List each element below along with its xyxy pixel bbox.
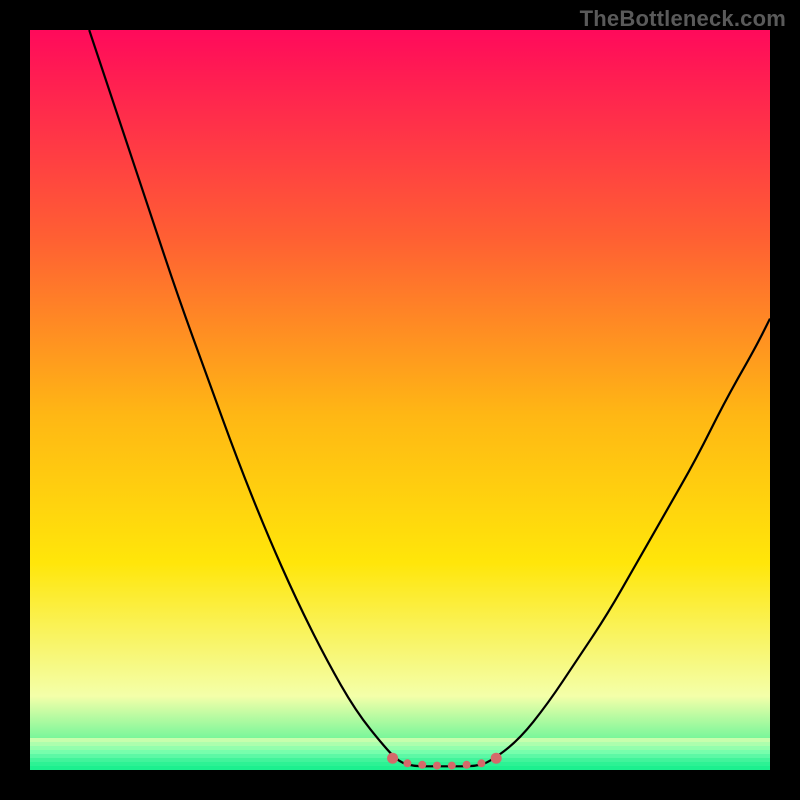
bottom-stripe — [30, 746, 770, 750]
bottom-stripe — [30, 766, 770, 770]
chart-container: TheBottleneck.com — [0, 0, 800, 800]
plateau-marker — [418, 761, 426, 769]
bottom-stripe — [30, 742, 770, 746]
plateau-marker — [491, 753, 502, 764]
plateau-marker — [477, 759, 485, 767]
bottom-stripe-group — [30, 738, 770, 770]
plot-area — [30, 30, 770, 770]
plateau-marker — [433, 762, 441, 770]
chart-svg — [30, 30, 770, 770]
plateau-marker — [463, 761, 471, 769]
bottom-stripe — [30, 762, 770, 766]
bottom-stripe — [30, 738, 770, 742]
watermark-text: TheBottleneck.com — [580, 6, 786, 32]
plateau-marker — [403, 759, 411, 767]
gradient-background — [30, 30, 770, 770]
plateau-marker — [448, 762, 456, 770]
bottom-stripe — [30, 750, 770, 754]
plateau-marker — [387, 753, 398, 764]
bottom-stripe — [30, 754, 770, 758]
